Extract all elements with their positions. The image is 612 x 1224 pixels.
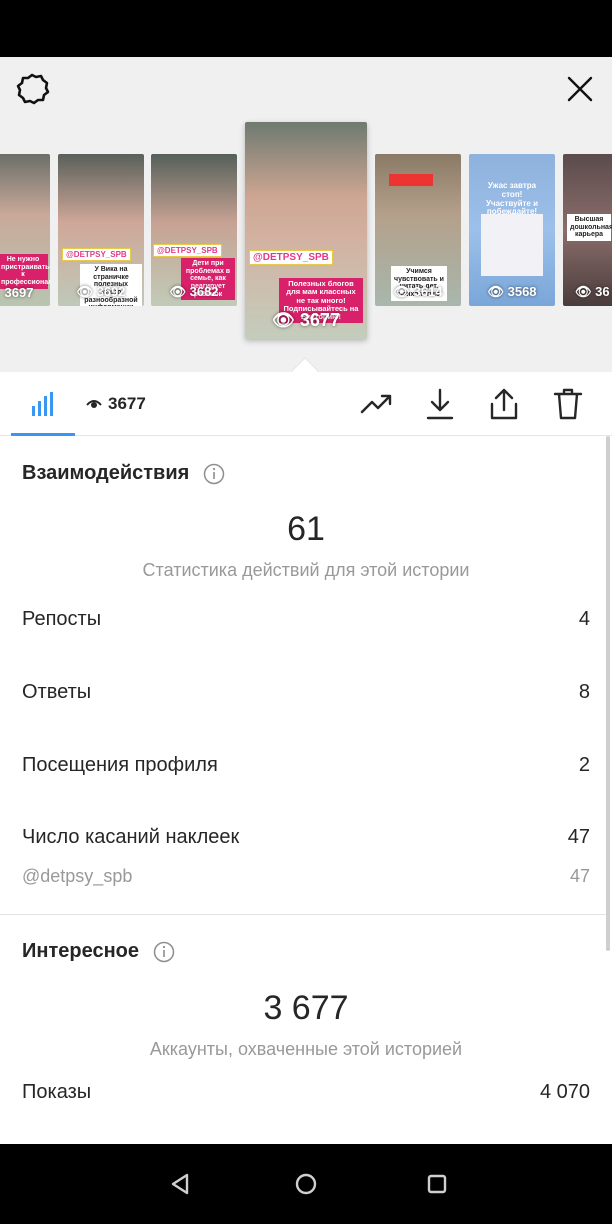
story-view-count: 👁 3614	[375, 284, 461, 300]
story-caption	[389, 174, 433, 186]
eye-icon: 👁	[575, 284, 592, 299]
share-icon[interactable]	[486, 386, 522, 422]
delete-icon[interactable]	[550, 386, 586, 422]
story-thumb[interactable]: Не нужно пристраиваться к профессионалу!…	[0, 154, 50, 306]
story-view-value: 3614	[413, 284, 443, 299]
story-view-count: 👁 36	[563, 284, 612, 300]
story-view-value: 3692	[96, 284, 126, 299]
story-sticker: @DETPSY_SPB	[153, 244, 222, 257]
metric-row: Ответы 8	[22, 681, 590, 704]
settings-icon[interactable]	[14, 71, 50, 107]
metric-value: 4	[578, 608, 590, 630]
story-view-value: 3682	[189, 284, 219, 299]
metric-row: Репосты 4	[22, 608, 590, 631]
eye-icon: 👁	[76, 284, 93, 299]
sticker-handle: @detpsy_spb	[22, 866, 133, 886]
eye-icon: 👁	[393, 284, 410, 299]
interactions-title: Взаимодействия	[22, 462, 190, 484]
interactions-caption: Статистика действий для этой истории	[142, 560, 470, 580]
insights-content[interactable]: Взаимодействия 61 Статистика действий дл…	[0, 436, 612, 1144]
home-icon[interactable]	[292, 1170, 320, 1198]
story-insights-screen: Не нужно пристраиваться к профессионалу!…	[0, 57, 612, 1144]
back-icon[interactable]	[167, 1170, 195, 1198]
info-icon[interactable]	[153, 941, 175, 963]
story-sticker: @DETPSY_SPB	[62, 248, 131, 261]
story-view-count: 👁 3677	[245, 310, 367, 331]
metric-row: Посещения профиля 2	[22, 754, 590, 777]
selected-pointer	[290, 357, 320, 373]
discovery-caption: Аккаунты, охваченные этой историей	[149, 1039, 463, 1059]
eye-icon	[86, 400, 102, 408]
story-thumb-selected[interactable]: @DETPSY_SPB Полезных блогов для мам клас…	[245, 122, 367, 339]
eye-icon: 👁	[487, 284, 504, 299]
viewers-count: 3677	[108, 394, 146, 413]
story-thumb[interactable]: Высшая дошкольная карьера 👁 36	[563, 154, 612, 306]
story-view-value: 3677	[299, 310, 340, 330]
metric-label: Показы	[22, 1081, 92, 1103]
recents-icon[interactable]	[423, 1170, 451, 1198]
metric-value: 2	[578, 754, 590, 776]
story-thumb[interactable]: @DETPSY_SPB У Вика на страничке полезных…	[58, 154, 144, 306]
metric-label: Репосты	[22, 608, 102, 630]
story-view-value: 36	[595, 284, 610, 299]
download-icon[interactable]	[422, 386, 458, 422]
metric-value: 47	[567, 826, 590, 848]
metric-value: 4 070	[539, 1081, 590, 1103]
story-caption: Не нужно пристраиваться к профессионалу!	[0, 254, 50, 289]
story-thumb[interactable]: @DETPSY_SPB Дети при проблемах в семье, …	[151, 154, 237, 306]
story-view-value: 3568	[507, 284, 537, 299]
story-image	[481, 214, 543, 276]
eye-icon: 👁	[169, 284, 186, 299]
eye-icon: 👁	[272, 310, 295, 330]
metric-value: 8	[578, 681, 590, 703]
story-thumb[interactable]: Учимся чувствовать и читать дет. психоло…	[375, 154, 461, 306]
story-strip: Не нужно пристраиваться к профессионалу!…	[0, 57, 612, 373]
story-view-count: 👁 3692	[58, 284, 144, 300]
metric-label: Ответы	[22, 681, 92, 703]
divider	[0, 914, 606, 915]
discovery-total: 3 677	[263, 989, 349, 1027]
status-bar	[0, 0, 612, 57]
promote-icon[interactable]	[358, 386, 394, 422]
story-thumb[interactable]: Ужас завтра стоп! Участвуйте и побеждайт…	[469, 154, 555, 306]
interactions-total: 61	[287, 510, 325, 548]
system-nav-bar	[0, 1144, 612, 1224]
story-view-count: 3697	[4, 285, 34, 300]
info-icon[interactable]	[203, 463, 225, 485]
insights-toolbar: 3677	[0, 372, 612, 436]
section-title-interactions: Взаимодействия	[22, 462, 225, 485]
viewers-tab[interactable]: 3677	[86, 394, 146, 414]
metric-row: Показы 4 070	[22, 1081, 590, 1104]
discovery-title: Интересное	[22, 940, 139, 962]
metric-row: Число касаний наклеек 47	[22, 826, 590, 849]
story-view-count: 👁 3682	[151, 284, 237, 300]
story-sticker: @DETPSY_SPB	[249, 250, 333, 265]
close-icon[interactable]	[562, 71, 598, 107]
section-title-discovery: Интересное	[22, 940, 175, 963]
metric-subrow: @detpsy_spb 47	[22, 866, 590, 887]
story-view-count: 👁 3568	[469, 284, 555, 300]
sticker-taps: 47	[569, 866, 590, 886]
story-caption: Высшая дошкольная карьера	[567, 214, 612, 242]
metric-label: Посещения профиля	[22, 754, 218, 776]
insights-tab-icon[interactable]	[25, 386, 61, 422]
metric-label: Число касаний наклеек	[22, 826, 240, 848]
